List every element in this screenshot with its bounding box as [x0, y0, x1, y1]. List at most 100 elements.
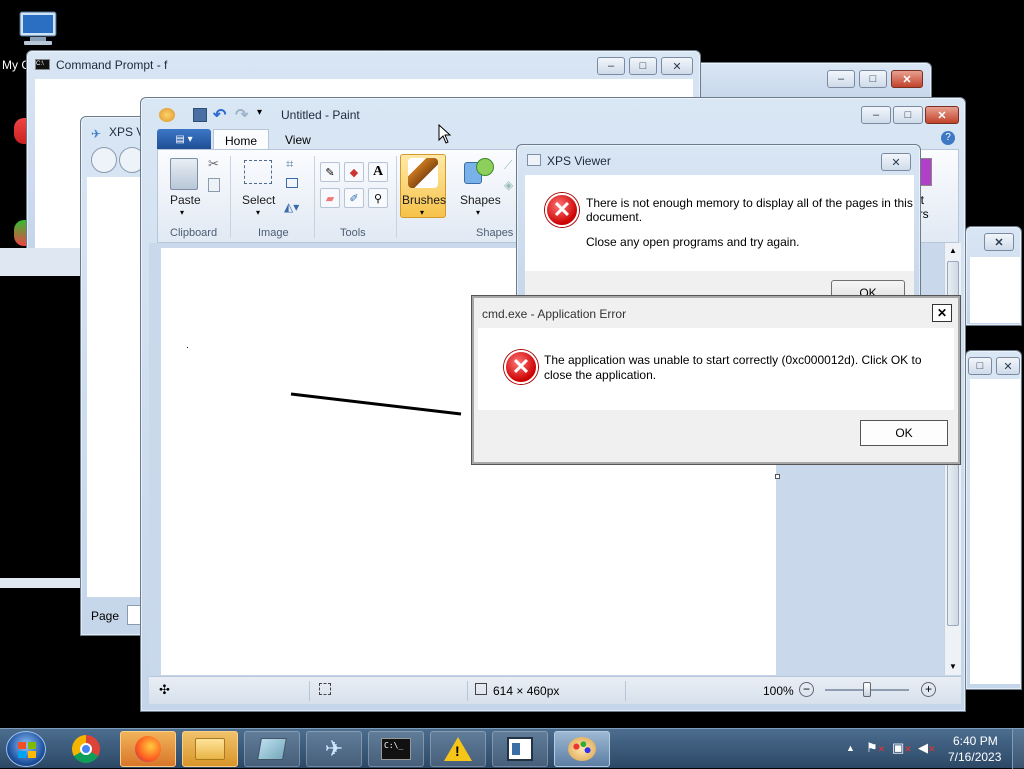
pencil-icon[interactable]: ✎	[320, 162, 340, 182]
paint-icon	[568, 737, 596, 761]
taskbar-messenger[interactable]: ✈	[306, 731, 362, 767]
page-label: Page	[91, 609, 120, 623]
dialog-body	[525, 175, 914, 271]
firefox-icon	[135, 736, 161, 762]
maximize-button[interactable]: □	[968, 357, 992, 375]
action-center-icon[interactable]: ⚑✕	[866, 740, 885, 756]
close-button[interactable]: ✕	[891, 70, 923, 88]
maximize-button[interactable]: □	[629, 57, 657, 75]
taskbar-command-prompt[interactable]: C:\_	[368, 731, 424, 767]
zoom-slider-thumb[interactable]	[863, 682, 871, 697]
text-icon[interactable]: A	[368, 162, 388, 182]
canvas-size-icon	[475, 683, 487, 695]
divider	[314, 156, 315, 238]
minimize-button[interactable]: –	[861, 106, 891, 124]
divider	[230, 156, 231, 238]
taskbar-paint[interactable]	[554, 731, 610, 767]
volume-icon[interactable]: ◀✕	[918, 740, 936, 756]
app-icon	[257, 738, 287, 760]
taskbar-warning[interactable]: !	[430, 731, 486, 767]
start-button[interactable]	[6, 731, 46, 767]
resize-handle[interactable]	[775, 474, 780, 479]
status-bar: ✣ 614 × 460px 100% − +	[149, 676, 961, 704]
background-window-strip	[0, 248, 80, 276]
select-icon[interactable]	[244, 160, 272, 184]
document-icon	[507, 737, 533, 761]
magnifier-icon[interactable]: ⚲	[368, 188, 388, 208]
chevron-down-icon: ▾	[420, 208, 425, 217]
maximize-button[interactable]: □	[893, 106, 923, 124]
close-button[interactable]: ✕	[925, 106, 959, 124]
taskbar-chrome[interactable]	[58, 731, 114, 767]
background-window-right-2: □ ✕	[965, 350, 1022, 690]
dialog-message: The application was unable to start corr…	[544, 353, 922, 367]
show-hidden-icons[interactable]: ▲	[846, 743, 855, 753]
close-button[interactable]: ✕	[881, 153, 911, 171]
close-button[interactable]: ✕	[996, 357, 1020, 375]
zoom-level: 100%	[763, 684, 794, 698]
eraser-icon[interactable]: ▰	[320, 188, 340, 208]
tab-view[interactable]: View	[285, 133, 311, 147]
scroll-down-icon[interactable]: ▼	[945, 659, 961, 675]
taskbar-document[interactable]	[492, 731, 548, 767]
network-icon[interactable]: ▣✕	[892, 740, 912, 756]
computer-icon[interactable]	[16, 10, 62, 48]
dialog-title: cmd.exe - Application Error	[482, 307, 627, 321]
crop-icon[interactable]: ⌗	[286, 156, 293, 172]
zoom-out-icon[interactable]: −	[799, 682, 814, 697]
paste-button[interactable]: Paste	[170, 193, 201, 207]
chevron-down-icon: ▾	[476, 208, 481, 217]
clock-date[interactable]: 7/16/2023	[948, 750, 1001, 764]
ok-button[interactable]: OK	[860, 420, 948, 446]
background-window-strip	[0, 578, 80, 588]
brush-icon	[408, 158, 438, 188]
group-label-image: Image	[258, 227, 289, 239]
copy-icon[interactable]	[208, 178, 220, 192]
paste-icon[interactable]	[170, 158, 198, 190]
window-content	[970, 257, 1020, 323]
chrome-icon	[72, 735, 100, 763]
undo-icon[interactable]: ↶	[213, 105, 226, 125]
paint-menu-button[interactable]: ▤ ▾	[157, 129, 211, 149]
cut-icon[interactable]: ✂	[208, 156, 219, 172]
help-icon[interactable]: ?	[941, 131, 955, 145]
zoom-in-icon[interactable]: +	[921, 682, 936, 697]
taskbar-file-explorer[interactable]	[182, 731, 238, 767]
cmd-icon: C:\_	[381, 738, 411, 760]
back-button[interactable]	[91, 147, 117, 173]
divider	[309, 681, 310, 701]
rotate-icon[interactable]: ◭▾	[284, 200, 299, 214]
shapes-button[interactable]: Shapes	[460, 193, 501, 207]
warning-icon: !	[444, 737, 472, 761]
close-button[interactable]: ✕	[984, 233, 1014, 251]
drawn-line	[290, 392, 462, 416]
fill-icon[interactable]: ◆	[344, 162, 364, 182]
select-button[interactable]: Select	[242, 193, 275, 207]
xps-icon: ✈	[91, 127, 102, 141]
minimize-button[interactable]: –	[597, 57, 625, 75]
error-icon: ✕	[545, 193, 579, 227]
redo-icon[interactable]: ↷	[235, 105, 248, 125]
scroll-up-icon[interactable]: ▲	[945, 243, 961, 259]
show-desktop-button[interactable]	[1012, 729, 1024, 769]
customize-quick-access-icon[interactable]: ▾	[257, 107, 262, 118]
taskbar-app[interactable]	[244, 731, 300, 767]
save-icon[interactable]	[193, 108, 207, 122]
cursor-position-icon: ✣	[159, 682, 170, 697]
paper-plane-icon: ✈	[324, 736, 344, 761]
group-label-tools: Tools	[340, 227, 366, 239]
shape-fill-icon[interactable]: ◈	[504, 178, 513, 192]
clock-time[interactable]: 6:40 PM	[953, 734, 998, 748]
shapes-icon[interactable]	[464, 158, 494, 188]
minimize-button[interactable]: –	[827, 70, 855, 88]
xps-viewer-dialog: XPS Viewer ✕ ✕ There is not enough memor…	[516, 144, 921, 306]
maximize-button[interactable]: □	[859, 70, 887, 88]
taskbar-firefox[interactable]	[120, 731, 176, 767]
close-button[interactable]: ✕	[661, 57, 693, 75]
color-picker-icon[interactable]: ✐	[344, 188, 364, 208]
shape-line-icon[interactable]: ⟋	[504, 158, 512, 173]
tab-home[interactable]: Home	[213, 129, 269, 150]
resize-icon[interactable]	[286, 178, 298, 188]
canvas-dimensions: 614 × 460px	[493, 684, 560, 698]
close-button[interactable]: ✕	[932, 304, 952, 322]
